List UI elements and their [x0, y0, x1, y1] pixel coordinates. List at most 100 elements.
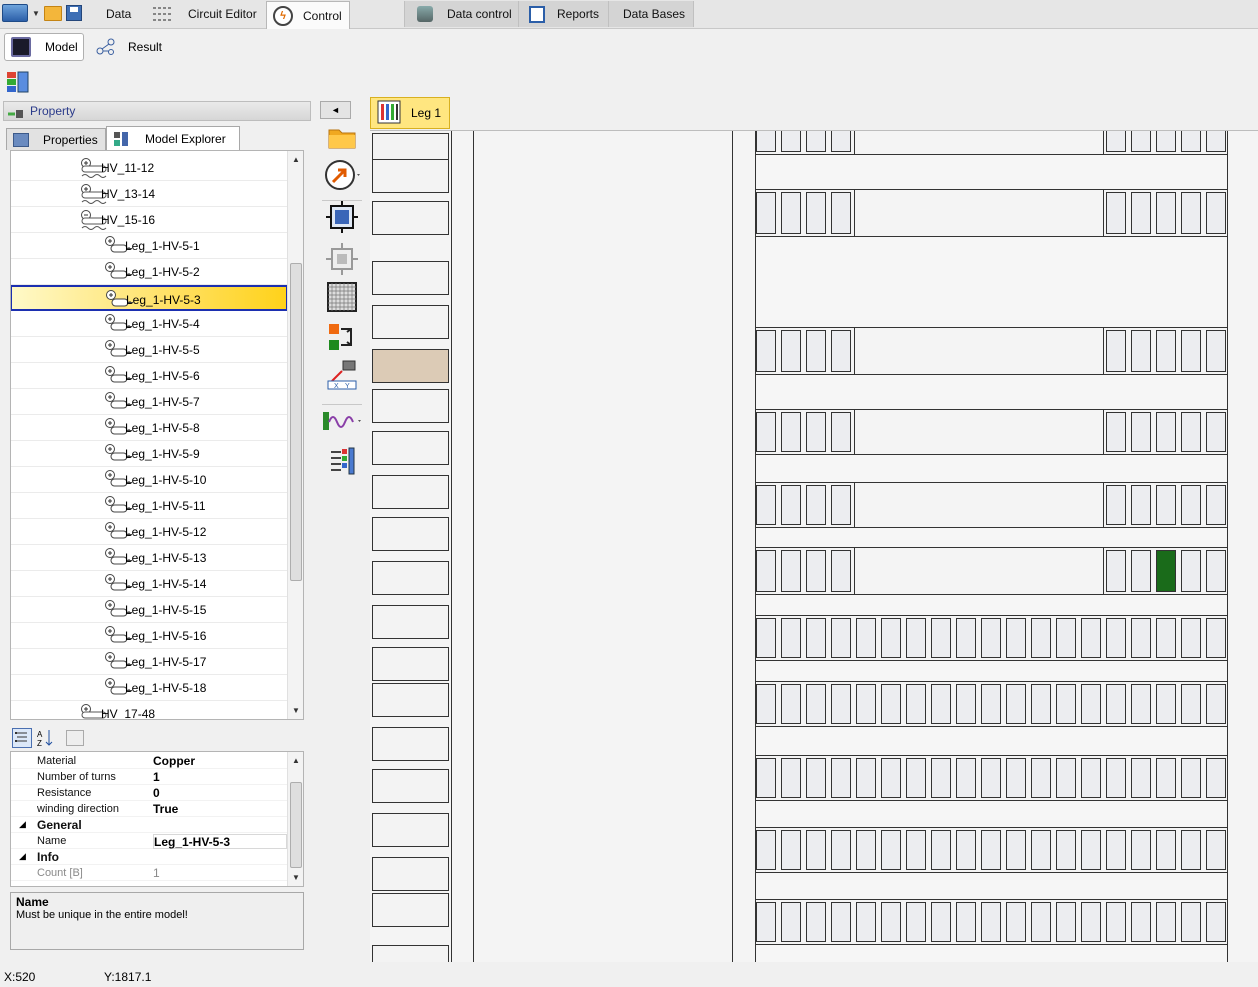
turn-cell[interactable] — [1081, 758, 1101, 798]
turn-cell[interactable] — [1206, 902, 1226, 942]
turn-cell[interactable] — [1181, 758, 1201, 798]
turn-cell[interactable] — [831, 830, 851, 870]
selected-turn-cell[interactable] — [1156, 550, 1176, 592]
turn-cell[interactable] — [1156, 902, 1176, 942]
turn-cell[interactable] — [1056, 618, 1076, 658]
turn-cell[interactable] — [931, 684, 951, 724]
tree-leaf-node[interactable]: Leg_1-HV-5-10 — [11, 467, 289, 493]
turn-cell[interactable] — [906, 902, 926, 942]
pin-icon[interactable] — [8, 106, 24, 118]
turn-cell[interactable] — [1156, 131, 1176, 152]
turn-cell[interactable] — [1206, 412, 1226, 452]
grid-toggle-button[interactable] — [322, 280, 362, 316]
turn-cell[interactable] — [881, 830, 901, 870]
winding-canvas[interactable] — [370, 130, 1258, 962]
winding-disc-block[interactable] — [755, 755, 1228, 801]
tab-model[interactable]: Model — [4, 33, 84, 61]
turn-cell[interactable] — [831, 131, 851, 152]
turn-cell[interactable] — [781, 902, 801, 942]
turn-cell[interactable] — [1156, 830, 1176, 870]
turn-cell[interactable] — [1106, 412, 1126, 452]
tree-leaf-node[interactable]: Leg_1-HV-5-11 — [11, 493, 289, 519]
tree-group-node[interactable]: HV_11-12 — [11, 155, 289, 181]
turn-cell[interactable] — [1006, 758, 1026, 798]
turn-cell[interactable] — [756, 550, 776, 592]
legend-button[interactable] — [322, 444, 362, 480]
model-explorer-tree[interactable]: HV_11-12 HV_13-14 HV_15-16 Leg_1-HV-5-1 Leg_… — [10, 150, 304, 720]
turn-cell[interactable] — [1106, 830, 1126, 870]
turn-cell[interactable] — [1156, 684, 1176, 724]
tab-circuit-editor[interactable]: Circuit Editor — [150, 1, 262, 27]
turn-cell[interactable] — [831, 192, 851, 234]
turn-cell[interactable] — [806, 684, 826, 724]
property-grid[interactable]: Material Copper Number of turns 1 Resistance… — [10, 751, 304, 887]
turn-cell[interactable] — [1131, 330, 1151, 372]
turn-cell[interactable] — [1131, 902, 1151, 942]
turn-cell[interactable] — [806, 192, 826, 234]
property-value[interactable]: True — [153, 802, 178, 816]
turn-cell[interactable] — [1181, 192, 1201, 234]
turn-cell[interactable] — [781, 830, 801, 870]
turn-cell[interactable] — [856, 684, 876, 724]
turn-cell[interactable] — [1056, 830, 1076, 870]
turn-cell[interactable] — [881, 618, 901, 658]
waveform-button[interactable] — [322, 404, 362, 440]
turn-cell[interactable] — [1156, 192, 1176, 234]
property-value[interactable]: 1 — [153, 770, 160, 784]
categorized-view-icon[interactable] — [12, 728, 32, 748]
turn-cell[interactable] — [806, 330, 826, 372]
tree-leaf-node[interactable]: Leg_1-HV-5-5 — [11, 337, 289, 363]
property-value-input[interactable]: Leg_1-HV-5-3 — [153, 834, 287, 849]
tab-reports[interactable]: Reports — [518, 1, 608, 27]
turn-cell[interactable] — [1131, 192, 1151, 234]
turn-cell[interactable] — [756, 902, 776, 942]
turn-cell[interactable] — [756, 758, 776, 798]
turn-cell[interactable] — [1031, 758, 1051, 798]
winding-disc-block[interactable] — [755, 482, 1228, 528]
tree-leaf-node[interactable]: Leg_1-HV-5-1 — [11, 233, 289, 259]
turn-cell[interactable] — [1106, 902, 1126, 942]
turn-cell[interactable] — [756, 412, 776, 452]
turn-cell[interactable] — [956, 902, 976, 942]
tree-group-node[interactable]: HV_17-48 — [11, 701, 289, 719]
property-category-row[interactable]: ◢ General — [11, 817, 289, 833]
turn-cell[interactable] — [1106, 550, 1126, 592]
turn-cell[interactable] — [756, 830, 776, 870]
turn-cell[interactable] — [1156, 412, 1176, 452]
turn-cell[interactable] — [781, 192, 801, 234]
turn-cell[interactable] — [1156, 758, 1176, 798]
turn-cell[interactable] — [1181, 684, 1201, 724]
layout-toggle-icon[interactable] — [6, 71, 30, 93]
select-pointer-button[interactable] — [322, 158, 362, 194]
turn-cell[interactable] — [1131, 758, 1151, 798]
tree-leaf-node[interactable]: Leg_1-HV-5-12 — [11, 519, 289, 545]
turn-cell[interactable] — [1206, 485, 1226, 525]
turn-cell[interactable] — [1081, 618, 1101, 658]
tree-leaf-node[interactable]: Leg_1-HV-5-4 — [11, 311, 289, 337]
tree-group-node[interactable]: HV_13-14 — [11, 181, 289, 207]
turn-cell[interactable] — [831, 684, 851, 724]
turn-cell[interactable] — [856, 758, 876, 798]
turn-cell[interactable] — [881, 902, 901, 942]
grid-scroll-down-icon[interactable]: ▼ — [292, 873, 300, 882]
turn-cell[interactable] — [1206, 192, 1226, 234]
turn-cell[interactable] — [856, 902, 876, 942]
turn-cell[interactable] — [1106, 131, 1126, 152]
property-category-row[interactable]: ◢ Info — [11, 849, 289, 865]
tree-leaf-node[interactable]: Leg_1-HV-5-18 — [11, 675, 289, 701]
property-row[interactable]: Number of turns 1 — [11, 769, 289, 785]
turn-cell[interactable] — [806, 550, 826, 592]
turn-cell[interactable] — [1181, 412, 1201, 452]
sort-alphabetical-icon[interactable]: AZ — [36, 728, 56, 748]
turn-cell[interactable] — [1181, 131, 1201, 152]
turn-cell[interactable] — [806, 618, 826, 658]
tree-leaf-node[interactable]: Leg_1-HV-5-13 — [11, 545, 289, 571]
tab-properties[interactable]: Properties — [6, 128, 106, 150]
property-row[interactable]: Name Leg_1-HV-5-3 — [11, 833, 289, 849]
property-value[interactable]: 0 — [153, 786, 160, 800]
turn-cell[interactable] — [1206, 131, 1226, 152]
turn-cell[interactable] — [781, 684, 801, 724]
turn-cell[interactable] — [806, 902, 826, 942]
turn-cell[interactable] — [1131, 684, 1151, 724]
turn-cell[interactable] — [906, 684, 926, 724]
